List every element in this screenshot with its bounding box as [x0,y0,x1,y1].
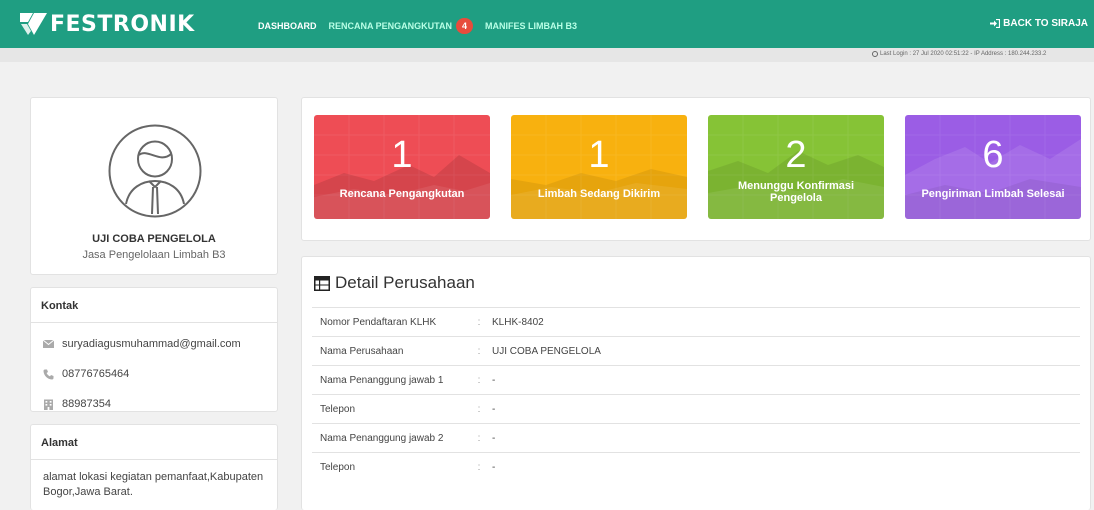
row-value: - [492,374,496,386]
contact-email-text: suryadiagusmuhammad@gmail.com [62,338,241,350]
phone-icon [43,369,54,379]
table-row: Telepon : - [312,395,1080,424]
profile-card: UJI COBA PENGELOLA Jasa Pengelolaan Limb… [30,97,278,275]
stats-panel: 1 Rencana Pengangkutan 1 Limbah Sedang D… [301,97,1091,241]
top-navbar: FESTRONIK DASHBOARD RENCANA PENGANGKUTAN… [0,0,1094,48]
row-value: UJI COBA PENGELOLA [492,345,601,357]
row-label: Telepon [320,462,356,473]
festronik-logo-icon [20,13,47,35]
main-nav: DASHBOARD RENCANA PENGANGKUTAN 4 MANIFES… [258,18,589,34]
stat-label: Rencana Pengangkutan [339,188,465,200]
company-detail-table: Nomor Pendaftaran KLHK : KLHK-8402 Nama … [312,307,1080,482]
stat-value: 1 [588,134,610,176]
table-row: Nama Penanggung jawab 2 : - [312,424,1080,453]
row-separator: : [477,432,481,444]
clock-icon [872,51,878,57]
table-row: Nama Penanggung jawab 1 : - [312,366,1080,395]
row-separator: : [477,462,481,473]
stat-label-line: Menunggu Konfirmasi [737,180,855,192]
contact-email: suryadiagusmuhammad@gmail.com [31,329,277,359]
address-card-title: Alamat [31,425,277,460]
row-separator: : [477,316,481,328]
nav-manifes-label: MANIFES LIMBAH B3 [485,21,577,31]
row-separator: : [477,345,481,357]
table-row: Nama Perusahaan : UJI COBA PENGELOLA [312,337,1080,366]
nav-rencana-label: RENCANA PENGANGKUTAN [328,21,453,31]
company-detail-title-text: Detail Perusahaan [335,273,475,292]
brand-name: FESTRONIK [50,11,195,37]
table-row: Telepon : - [312,453,1080,482]
row-label: Nomor Pendaftaran KLHK [320,316,437,328]
row-value: KLHK-8402 [492,316,544,328]
contact-fax-text: 88987354 [62,398,111,410]
stat-label: Pengiriman Limbah Selesai [921,188,1065,200]
row-label: Nama Penanggung jawab 2 [320,432,444,444]
row-label: Telepon [320,403,356,415]
notification-badge: 4 [456,18,473,34]
stat-value: 6 [982,134,1004,176]
contact-card-title: Kontak [31,288,277,323]
company-detail-title: Detail Perusahaan [314,273,475,293]
stat-rencana-pengangkutan[interactable]: 1 Rencana Pengangkutan [314,115,490,219]
stat-menunggu-konfirmasi[interactable]: 2 Menunggu Konfirmasi Pengelola [708,115,884,219]
row-value: - [492,403,496,415]
sign-in-icon [990,19,1001,28]
envelope-icon [43,340,54,348]
table-icon [314,275,330,291]
back-link-label: BACK TO SIRAJA [1003,18,1088,29]
contact-phone-text: 08776765464 [62,368,130,380]
stat-limbah-dikirim[interactable]: 1 Limbah Sedang Dikirim [511,115,687,219]
stat-value: 1 [391,134,413,176]
table-row: Nomor Pendaftaran KLHK : KLHK-8402 [312,308,1080,337]
last-login-text: Last Login : 27 Jul 2020 02:51:22 - IP A… [880,51,1047,57]
row-value: - [492,462,496,473]
nav-rencana-pengangkutan[interactable]: RENCANA PENGANGKUTAN 4 [328,18,473,34]
address-text: alamat lokasi kegiatan pemanfaat,Kabupat… [43,471,264,498]
row-value: - [492,432,496,444]
last-login-info: Last Login : 27 Jul 2020 02:51:22 - IP A… [872,51,1046,57]
user-avatar-icon [108,124,202,218]
stat-pengiriman-selesai[interactable]: 6 Pengiriman Limbah Selesai [905,115,1081,219]
row-label: Nama Perusahaan [320,345,404,357]
nav-manifes-limbah[interactable]: MANIFES LIMBAH B3 [485,21,577,31]
row-separator: : [477,374,481,386]
building-icon [44,399,53,410]
stat-label: Limbah Sedang Dikirim [537,188,661,200]
info-bar: Last Login : 27 Jul 2020 02:51:22 - IP A… [0,48,1094,62]
contact-phone: 08776765464 [31,359,277,389]
row-separator: : [477,403,481,415]
brand-logo[interactable]: FESTRONIK [20,9,195,39]
profile-name: UJI COBA PENGELOLA [92,233,216,245]
row-label: Nama Penanggung jawab 1 [320,374,444,386]
profile-role: Jasa Pengelolaan Limbah B3 [82,249,226,261]
address-card: Alamat alamat lokasi kegiatan pemanfaat,… [30,424,278,510]
nav-dashboard-label: DASHBOARD [258,21,317,31]
stat-label: Menunggu Konfirmasi Pengelola [708,180,884,204]
contact-fax: 88987354 [31,389,277,419]
nav-dashboard[interactable]: DASHBOARD [258,21,317,31]
company-detail-card: Detail Perusahaan Nomor Pendaftaran KLHK… [301,256,1091,510]
contact-card: Kontak suryadiagusmuhammad@gmail.com 087… [30,287,278,412]
stat-value: 2 [785,134,807,176]
stat-label-line: Pengelola [770,192,822,204]
back-to-siraja-link[interactable]: BACK TO SIRAJA [990,18,1088,29]
